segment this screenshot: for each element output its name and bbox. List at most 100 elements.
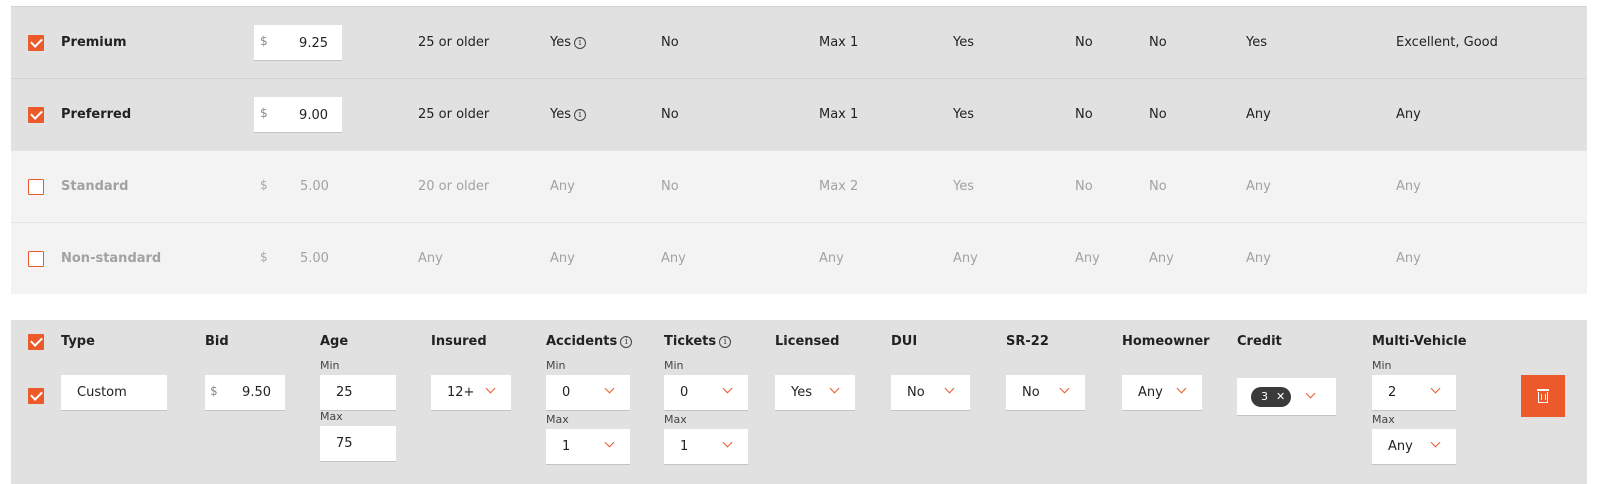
header-homeowner: Homeowner bbox=[1122, 334, 1210, 349]
info-icon[interactable]: i bbox=[574, 37, 586, 49]
licensed-select[interactable]: Yes bbox=[775, 375, 855, 411]
chevron-down-icon bbox=[604, 437, 615, 448]
accidents-min-label: Min bbox=[546, 359, 566, 372]
chevron-down-icon bbox=[1430, 383, 1441, 394]
tickets-min-select[interactable]: 0 bbox=[664, 375, 748, 411]
tier-row-standard: Standard $ 5.00 20 or older Any No Max 2… bbox=[11, 150, 1587, 222]
chevron-down-icon bbox=[1305, 388, 1316, 399]
credit-selected-count: 3 bbox=[1261, 390, 1268, 403]
sr22-select[interactable]: No bbox=[1006, 375, 1085, 411]
chevron-down-icon bbox=[1430, 437, 1441, 448]
chevron-down-icon bbox=[1176, 383, 1187, 394]
age-max-input[interactable]: 75 bbox=[320, 426, 396, 462]
credit-selected-pill[interactable]: 3 ✕ bbox=[1251, 387, 1291, 407]
bid-value: 5.00 bbox=[300, 179, 329, 194]
chevron-down-icon bbox=[944, 383, 955, 394]
tier-checkbox-non-standard[interactable] bbox=[28, 251, 44, 267]
tier-checkbox-standard[interactable] bbox=[28, 179, 44, 195]
age-value: 25 or older bbox=[418, 35, 490, 50]
insured-value: Yes bbox=[550, 35, 571, 50]
multi-vehicle-min-label: Min bbox=[1372, 359, 1392, 372]
custom-bid-input[interactable]: $ 9.50 bbox=[205, 375, 285, 411]
credit-value: Any bbox=[1396, 107, 1421, 122]
type-name-input[interactable]: Custom bbox=[61, 375, 167, 411]
licensed-value: Yes bbox=[953, 107, 974, 122]
insured-value: Any bbox=[550, 251, 575, 266]
tier-name: Premium bbox=[61, 35, 127, 50]
credit-multiselect[interactable]: 3 ✕ bbox=[1237, 378, 1336, 416]
header-accidents-label: Accidents bbox=[546, 334, 618, 349]
accidents-value: Any bbox=[661, 251, 686, 266]
bid-display-standard: $ 5.00 bbox=[260, 151, 350, 223]
age-min-label: Min bbox=[320, 359, 340, 372]
licensed-value: Any bbox=[953, 251, 978, 266]
multi-vehicle-max-select[interactable]: Any bbox=[1372, 429, 1456, 465]
tier-name: Preferred bbox=[61, 107, 132, 122]
select-all-checkbox[interactable] bbox=[28, 334, 44, 350]
dui-value: Any bbox=[1075, 251, 1100, 266]
tickets-max-value: 1 bbox=[680, 439, 689, 454]
accidents-max-value: 1 bbox=[562, 439, 571, 454]
info-icon[interactable]: i bbox=[719, 336, 732, 348]
tickets-max-select[interactable]: 1 bbox=[664, 429, 748, 465]
sr22-value: Any bbox=[1149, 251, 1174, 266]
credit-value: Excellent, Good bbox=[1396, 35, 1498, 50]
delete-custom-tier-button[interactable] bbox=[1521, 375, 1565, 417]
multi-vehicle-min-select[interactable]: 2 bbox=[1372, 375, 1456, 411]
header-type: Type bbox=[61, 334, 95, 349]
age-min-input[interactable]: 25 bbox=[320, 375, 396, 411]
bid-input-premium[interactable]: $ 9.25 bbox=[254, 25, 342, 61]
header-sr22: SR-22 bbox=[1006, 334, 1049, 349]
tickets-min-value: 0 bbox=[680, 385, 689, 400]
homeowner-selected: Any bbox=[1138, 385, 1163, 400]
tier-checkbox-preferred[interactable] bbox=[28, 107, 44, 123]
bid-input-preferred[interactable]: $ 9.00 bbox=[254, 97, 342, 133]
age-min-value: 25 bbox=[336, 385, 353, 400]
tickets-min-label: Min bbox=[664, 359, 684, 372]
homeowner-select[interactable]: Any bbox=[1122, 375, 1202, 411]
accidents-value: No bbox=[661, 179, 679, 194]
dui-value: No bbox=[1075, 179, 1093, 194]
homeowner-value: Any bbox=[1246, 251, 1271, 266]
bid-value: 9.00 bbox=[299, 108, 328, 123]
insured-select[interactable]: 12+ bbox=[431, 375, 511, 411]
tier-row-preferred: Preferred $ 9.00 25 or older Yes i No Max… bbox=[11, 78, 1587, 150]
accidents-min-select[interactable]: 0 bbox=[546, 375, 630, 411]
licensed-value: Yes bbox=[953, 35, 974, 50]
credit-value: Any bbox=[1396, 251, 1421, 266]
close-icon[interactable]: ✕ bbox=[1276, 387, 1285, 407]
custom-tier-editor: Type Bid Age Insured Accidents i Tickets i… bbox=[11, 320, 1587, 484]
currency-symbol: $ bbox=[260, 106, 268, 120]
accidents-max-select[interactable]: 1 bbox=[546, 429, 630, 465]
header-multi-vehicle: Multi-Vehicle bbox=[1372, 334, 1467, 349]
homeowner-value: Any bbox=[1246, 107, 1271, 122]
currency-symbol: $ bbox=[260, 34, 268, 48]
dui-value: No bbox=[1075, 35, 1093, 50]
custom-tier-checkbox[interactable] bbox=[28, 388, 44, 404]
info-icon[interactable]: i bbox=[620, 336, 633, 348]
currency-symbol: $ bbox=[260, 178, 268, 192]
currency-symbol: $ bbox=[260, 250, 268, 264]
age-value: 20 or older bbox=[418, 179, 490, 194]
tier-name: Non-standard bbox=[61, 251, 162, 266]
insured-cell: Yes i bbox=[550, 79, 586, 151]
accidents-value: No bbox=[661, 107, 679, 122]
tier-checkbox-premium[interactable] bbox=[28, 35, 44, 51]
chevron-down-icon bbox=[722, 383, 733, 394]
homeowner-value: Yes bbox=[1246, 35, 1267, 50]
multi-vehicle-max-label: Max bbox=[1372, 413, 1395, 426]
sr22-value: No bbox=[1149, 35, 1167, 50]
licensed-value: Yes bbox=[953, 179, 974, 194]
accidents-value: No bbox=[661, 35, 679, 50]
dui-select[interactable]: No bbox=[891, 375, 970, 411]
header-tickets: Tickets i bbox=[664, 334, 732, 349]
tier-row-non-standard: Non-standard $ 5.00 Any Any Any Any Any … bbox=[11, 222, 1587, 294]
header-licensed: Licensed bbox=[775, 334, 840, 349]
insured-value: Yes bbox=[550, 107, 571, 122]
accidents-min-value: 0 bbox=[562, 385, 571, 400]
trash-icon bbox=[1537, 389, 1549, 391]
insured-cell: Yes i bbox=[550, 7, 586, 79]
info-icon[interactable]: i bbox=[574, 109, 586, 121]
custom-bid-value: 9.50 bbox=[242, 385, 271, 400]
insured-selected: 12+ bbox=[447, 385, 475, 400]
